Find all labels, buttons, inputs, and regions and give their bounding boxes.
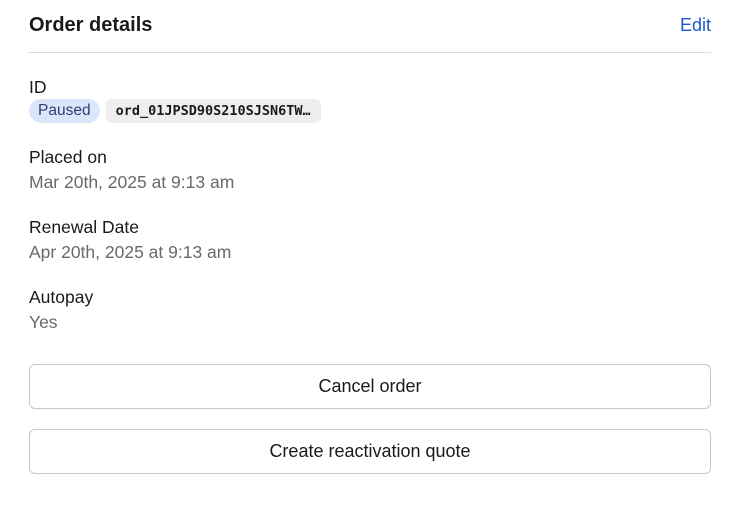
order-details-header: Order details Edit [29, 0, 711, 53]
page-title: Order details [29, 14, 153, 36]
renewal-date-label: Renewal Date [29, 217, 139, 237]
autopay-value: Yes [29, 312, 58, 332]
create-reactivation-quote-button[interactable]: Create reactivation quote [29, 429, 711, 474]
order-details-panel: Order details Edit ID Paused ord_01JPSD9… [29, 0, 711, 474]
placed-on-label: Placed on [29, 147, 107, 167]
autopay-field: Autopay Yes [29, 286, 93, 333]
placed-on-value: Mar 20th, 2025 at 9:13 am [29, 172, 235, 192]
renewal-date-value: Apr 20th, 2025 at 9:13 am [29, 242, 232, 262]
id-field: ID Paused ord_01JPSD90S210SJSN6TW… [29, 76, 321, 123]
cancel-order-button[interactable]: Cancel order [29, 364, 711, 409]
autopay-label: Autopay [29, 287, 94, 307]
id-row: Paused ord_01JPSD90S210SJSN6TW… [29, 99, 321, 123]
edit-link[interactable]: Edit [680, 15, 711, 36]
order-id-chip[interactable]: ord_01JPSD90S210SJSN6TW… [105, 99, 321, 123]
status-badge: Paused [29, 99, 100, 123]
placed-on-field: Placed on Mar 20th, 2025 at 9:13 am [29, 146, 234, 193]
id-label: ID [29, 77, 47, 97]
renewal-date-field: Renewal Date Apr 20th, 2025 at 9:13 am [29, 216, 231, 263]
